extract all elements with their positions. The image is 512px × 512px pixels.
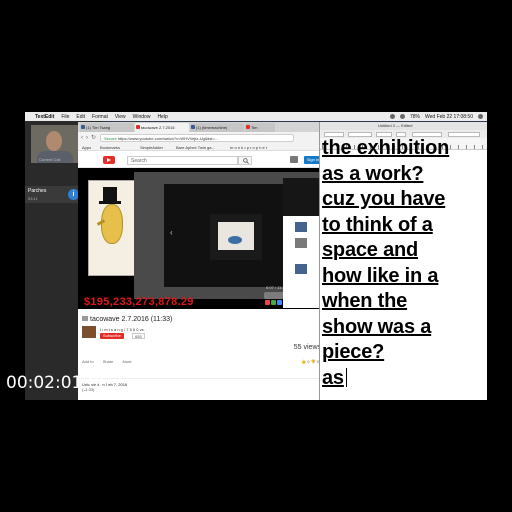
youtube-search-button[interactable] <box>238 156 252 165</box>
bookmark-apps[interactable]: Apps <box>82 145 91 150</box>
like-dislike: 👍 0 👎 0 <box>301 359 319 364</box>
text-line: how like in a <box>322 264 439 287</box>
document-title: Untitled 3 — Edited <box>378 123 413 128</box>
text-line: the exhibition <box>322 137 450 159</box>
text-line: to think of a <box>322 213 433 236</box>
desktop-screen: TextEdit File Edit Format View Window He… <box>25 112 487 400</box>
video-poster-character <box>88 180 136 276</box>
video-actions: Add to Share More <box>82 359 140 364</box>
price-overlay: $195,233,273,878.29 <box>84 296 194 308</box>
menu-view[interactable]: View <box>115 114 126 120</box>
menu-bar: TextEdit File Edit Format View Window He… <box>25 112 487 121</box>
tab-tim[interactable]: Tim <box>245 123 275 132</box>
text-line-current: as <box>322 366 487 392</box>
bookmark-monk-prophet[interactable]: m o n k • p r o p h e t <box>230 145 267 150</box>
playlist-icon <box>82 316 88 321</box>
timecode-overlay: 00:02:01;06 <box>6 373 110 393</box>
tab-tim-tsang[interactable]: (1) Tim Tsang <box>80 123 134 132</box>
channel-name[interactable]: t i m t s a n g / 7 5 6 0 vs. <box>100 327 145 332</box>
video-frame-slide <box>210 214 262 260</box>
prev-arrow-icon: ‹ <box>170 228 173 237</box>
battery-level[interactable]: 78% <box>410 114 420 120</box>
bookmark-simpleadder[interactable]: SimpleAdder <box>140 145 163 150</box>
video-title: tacowave 2.7.2016 (11:33) <box>82 316 172 323</box>
current-call-label: Current Call <box>39 157 61 162</box>
background-window <box>283 178 322 308</box>
subscriber-count: 655 <box>132 333 145 339</box>
menu-bar-status: 78% Wed Feb 22 17:08:50 <box>389 114 487 120</box>
youtube-header: Search Sign in <box>78 152 326 168</box>
subscribe-button[interactable]: Subscribe <box>100 333 124 339</box>
tab-timemachine[interactable]: (1) (timemachine) <box>190 123 244 132</box>
youtube-logo[interactable] <box>103 156 115 164</box>
back-icon[interactable]: ‹ <box>81 135 83 141</box>
thumbs-down-icon[interactable]: 👎 <box>311 359 316 364</box>
menu-format[interactable]: Format <box>92 114 108 120</box>
menu-window[interactable]: Window <box>133 114 151 120</box>
bookmark-aphex-twin[interactable]: Bare Aphex Twin ga... <box>176 145 215 150</box>
youtube-search-input[interactable]: Search <box>127 156 238 165</box>
text-line: when the <box>322 290 408 312</box>
text-line: space and <box>322 239 419 261</box>
reload-icon[interactable]: ↻ <box>91 134 96 141</box>
text-line: as a work? <box>322 162 424 185</box>
tab-tacowave[interactable]: tacowave 2.7.2016 <box>135 123 189 132</box>
menu-app-name[interactable]: TextEdit <box>35 114 54 120</box>
spotlight-icon[interactable] <box>478 114 483 119</box>
video-description: Uploaded on Feb 7, 2016 (11:33) <box>78 378 326 400</box>
status-icon[interactable] <box>389 114 395 119</box>
channel-avatar[interactable] <box>82 326 96 338</box>
text-line: show was a <box>322 315 432 338</box>
textedit-titlebar: Untitled 3 — Edited <box>320 122 487 137</box>
call-duration: 53:11 <box>28 196 38 201</box>
forward-icon[interactable]: › <box>86 135 88 141</box>
search-icon <box>243 158 249 164</box>
text-line: cuz you have <box>322 188 446 210</box>
document-body[interactable]: the exhibition as a work? cuz you have t… <box>322 137 487 392</box>
text-line: piece? <box>322 341 385 363</box>
like-count: 0 <box>307 359 310 364</box>
caller-name: Parches <box>28 188 47 194</box>
tab-strip: (1) Tim Tsang tacowave 2.7.2016 (1) (tim… <box>78 122 326 132</box>
browser-toolbar: ‹ › ↻ Secure https://www.youtube.com/wat… <box>78 132 326 143</box>
bookmark-bookmarks[interactable]: Bookmarks <box>100 145 120 150</box>
url-text: https://www.youtube.com/watch?v=WHVVejtz… <box>117 136 219 141</box>
view-count: 55 views <box>293 344 321 351</box>
upload-icon[interactable] <box>290 156 298 163</box>
address-bar[interactable]: Secure https://www.youtube.com/watch?v=W… <box>100 134 294 142</box>
menu-help[interactable]: Help <box>157 114 167 120</box>
share-button[interactable]: Share <box>103 359 114 364</box>
text-cursor <box>345 367 347 387</box>
bookmarks-bar: Apps Bookmarks SimpleAdder Bare Aphex Tw… <box>78 143 326 151</box>
secure-label: Secure <box>104 136 117 141</box>
menu-file[interactable]: File <box>61 114 69 120</box>
video-metadata: tacowave 2.7.2016 (11:33) t i m t s a n … <box>78 312 326 372</box>
menu-edit[interactable]: Edit <box>76 114 85 120</box>
more-button[interactable]: More <box>123 359 132 364</box>
add-to-button[interactable]: Add to <box>82 359 94 364</box>
thumbs-up-icon[interactable]: 👍 <box>301 359 306 364</box>
textedit-window: Untitled 3 — Edited the exhibition as a … <box>319 122 487 400</box>
wifi-icon[interactable] <box>399 114 405 119</box>
menu-clock[interactable]: Wed Feb 22 17:08:50 <box>425 114 473 120</box>
